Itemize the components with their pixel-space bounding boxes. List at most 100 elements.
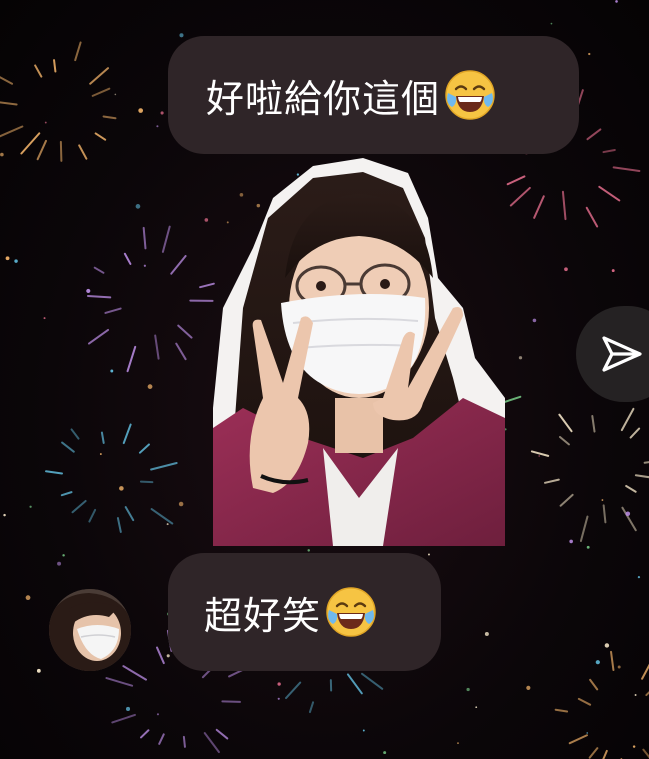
sparkle <box>586 545 590 549</box>
firework-ray <box>126 345 137 373</box>
sparkle <box>277 682 281 686</box>
firework-ray <box>203 732 220 754</box>
firework-ray <box>602 504 607 524</box>
sparkle <box>595 660 600 665</box>
firework-ray <box>140 729 150 739</box>
message-bubble[interactable]: 超好笑 <box>168 553 441 671</box>
firework-ray <box>308 701 315 714</box>
firework-ray <box>116 517 122 533</box>
sparkle <box>160 111 164 115</box>
message-text: 超好笑 <box>204 593 322 638</box>
sparkle <box>119 486 124 491</box>
firework-ray <box>78 144 88 160</box>
firework-ray <box>625 484 637 493</box>
firework-ray <box>59 140 63 162</box>
sparkle <box>457 742 459 744</box>
sparkle <box>569 539 573 544</box>
firework-ray <box>161 225 171 253</box>
firework-ray <box>602 749 608 759</box>
firework-ray <box>87 328 110 345</box>
firework-ray <box>111 713 136 724</box>
sparkle <box>617 665 621 669</box>
sparkle <box>114 93 117 96</box>
firework-ray <box>215 728 229 740</box>
message-bubble[interactable]: 好啦給你這個 <box>168 36 579 154</box>
sparkle <box>307 549 310 552</box>
sparkle <box>147 384 153 390</box>
sparkle <box>143 264 146 267</box>
firework-ray <box>34 64 43 78</box>
firework-ray <box>142 226 147 250</box>
firework-ray <box>138 443 150 454</box>
firework-ray <box>105 677 134 687</box>
firework-ray <box>74 41 82 62</box>
firework-ray <box>122 423 132 445</box>
firework-ray <box>610 650 615 672</box>
sparkle <box>634 694 637 697</box>
firework-ray <box>123 252 132 265</box>
sparkle <box>0 152 4 157</box>
firework-ray <box>579 515 589 543</box>
firework-ray <box>139 480 154 484</box>
sparkle <box>179 33 184 38</box>
sparkle <box>36 668 41 673</box>
sparkle <box>526 685 531 690</box>
photo-sticker[interactable] <box>213 158 505 546</box>
firework-ray <box>60 491 73 497</box>
firework-ray <box>71 499 87 514</box>
sparkle <box>277 697 280 700</box>
firework-ray <box>621 506 637 532</box>
firework-ray <box>530 450 550 457</box>
laughing-emoji-icon <box>445 70 495 120</box>
avatar-image <box>49 589 131 671</box>
sparkle <box>135 204 141 209</box>
firework-ray <box>124 506 135 522</box>
firework-ray <box>88 508 97 523</box>
firework-ray <box>591 414 596 433</box>
firework-ray <box>559 493 574 507</box>
firework-ray <box>53 59 57 73</box>
sparkle <box>156 713 159 716</box>
firework-ray <box>361 672 384 690</box>
sparkle <box>62 554 65 557</box>
sparkle <box>57 561 62 566</box>
sparkle <box>43 317 46 320</box>
firework-ray <box>620 407 635 432</box>
sparkle <box>29 505 32 508</box>
sparkle <box>166 523 169 526</box>
firework-ray <box>586 128 602 141</box>
firework-ray <box>598 185 621 202</box>
sparkle <box>637 575 641 579</box>
firework-ray <box>150 508 174 525</box>
firework-ray <box>588 747 599 759</box>
sparkle <box>538 455 541 457</box>
sparkle <box>564 267 568 272</box>
sparkle <box>615 0 618 3</box>
firework-ray <box>61 441 75 453</box>
firework-ray <box>629 427 641 439</box>
firework-ray <box>45 470 63 475</box>
avatar[interactable] <box>49 589 131 671</box>
firework-ray <box>86 294 112 299</box>
firework-ray <box>158 733 165 745</box>
sparkle <box>362 729 365 732</box>
firework-ray <box>0 76 14 85</box>
paper-plane-icon <box>602 336 642 372</box>
firework-ray <box>533 195 545 219</box>
firework-ray <box>170 255 187 275</box>
firework-ray <box>642 748 649 759</box>
sparkle <box>484 631 489 636</box>
firework-ray <box>70 428 80 440</box>
firework-ray <box>346 673 363 695</box>
sparkle <box>383 751 387 755</box>
firework-ray <box>0 125 24 138</box>
sparkle <box>625 511 631 517</box>
message-text: 好啦給你這個 <box>206 76 441 121</box>
firework-ray <box>509 186 531 207</box>
firework-ray <box>634 474 649 479</box>
firework-ray <box>150 461 178 471</box>
firework-ray <box>544 478 560 484</box>
firework-ray <box>506 175 526 186</box>
sparkle <box>204 218 209 222</box>
firework-ray <box>102 115 117 120</box>
